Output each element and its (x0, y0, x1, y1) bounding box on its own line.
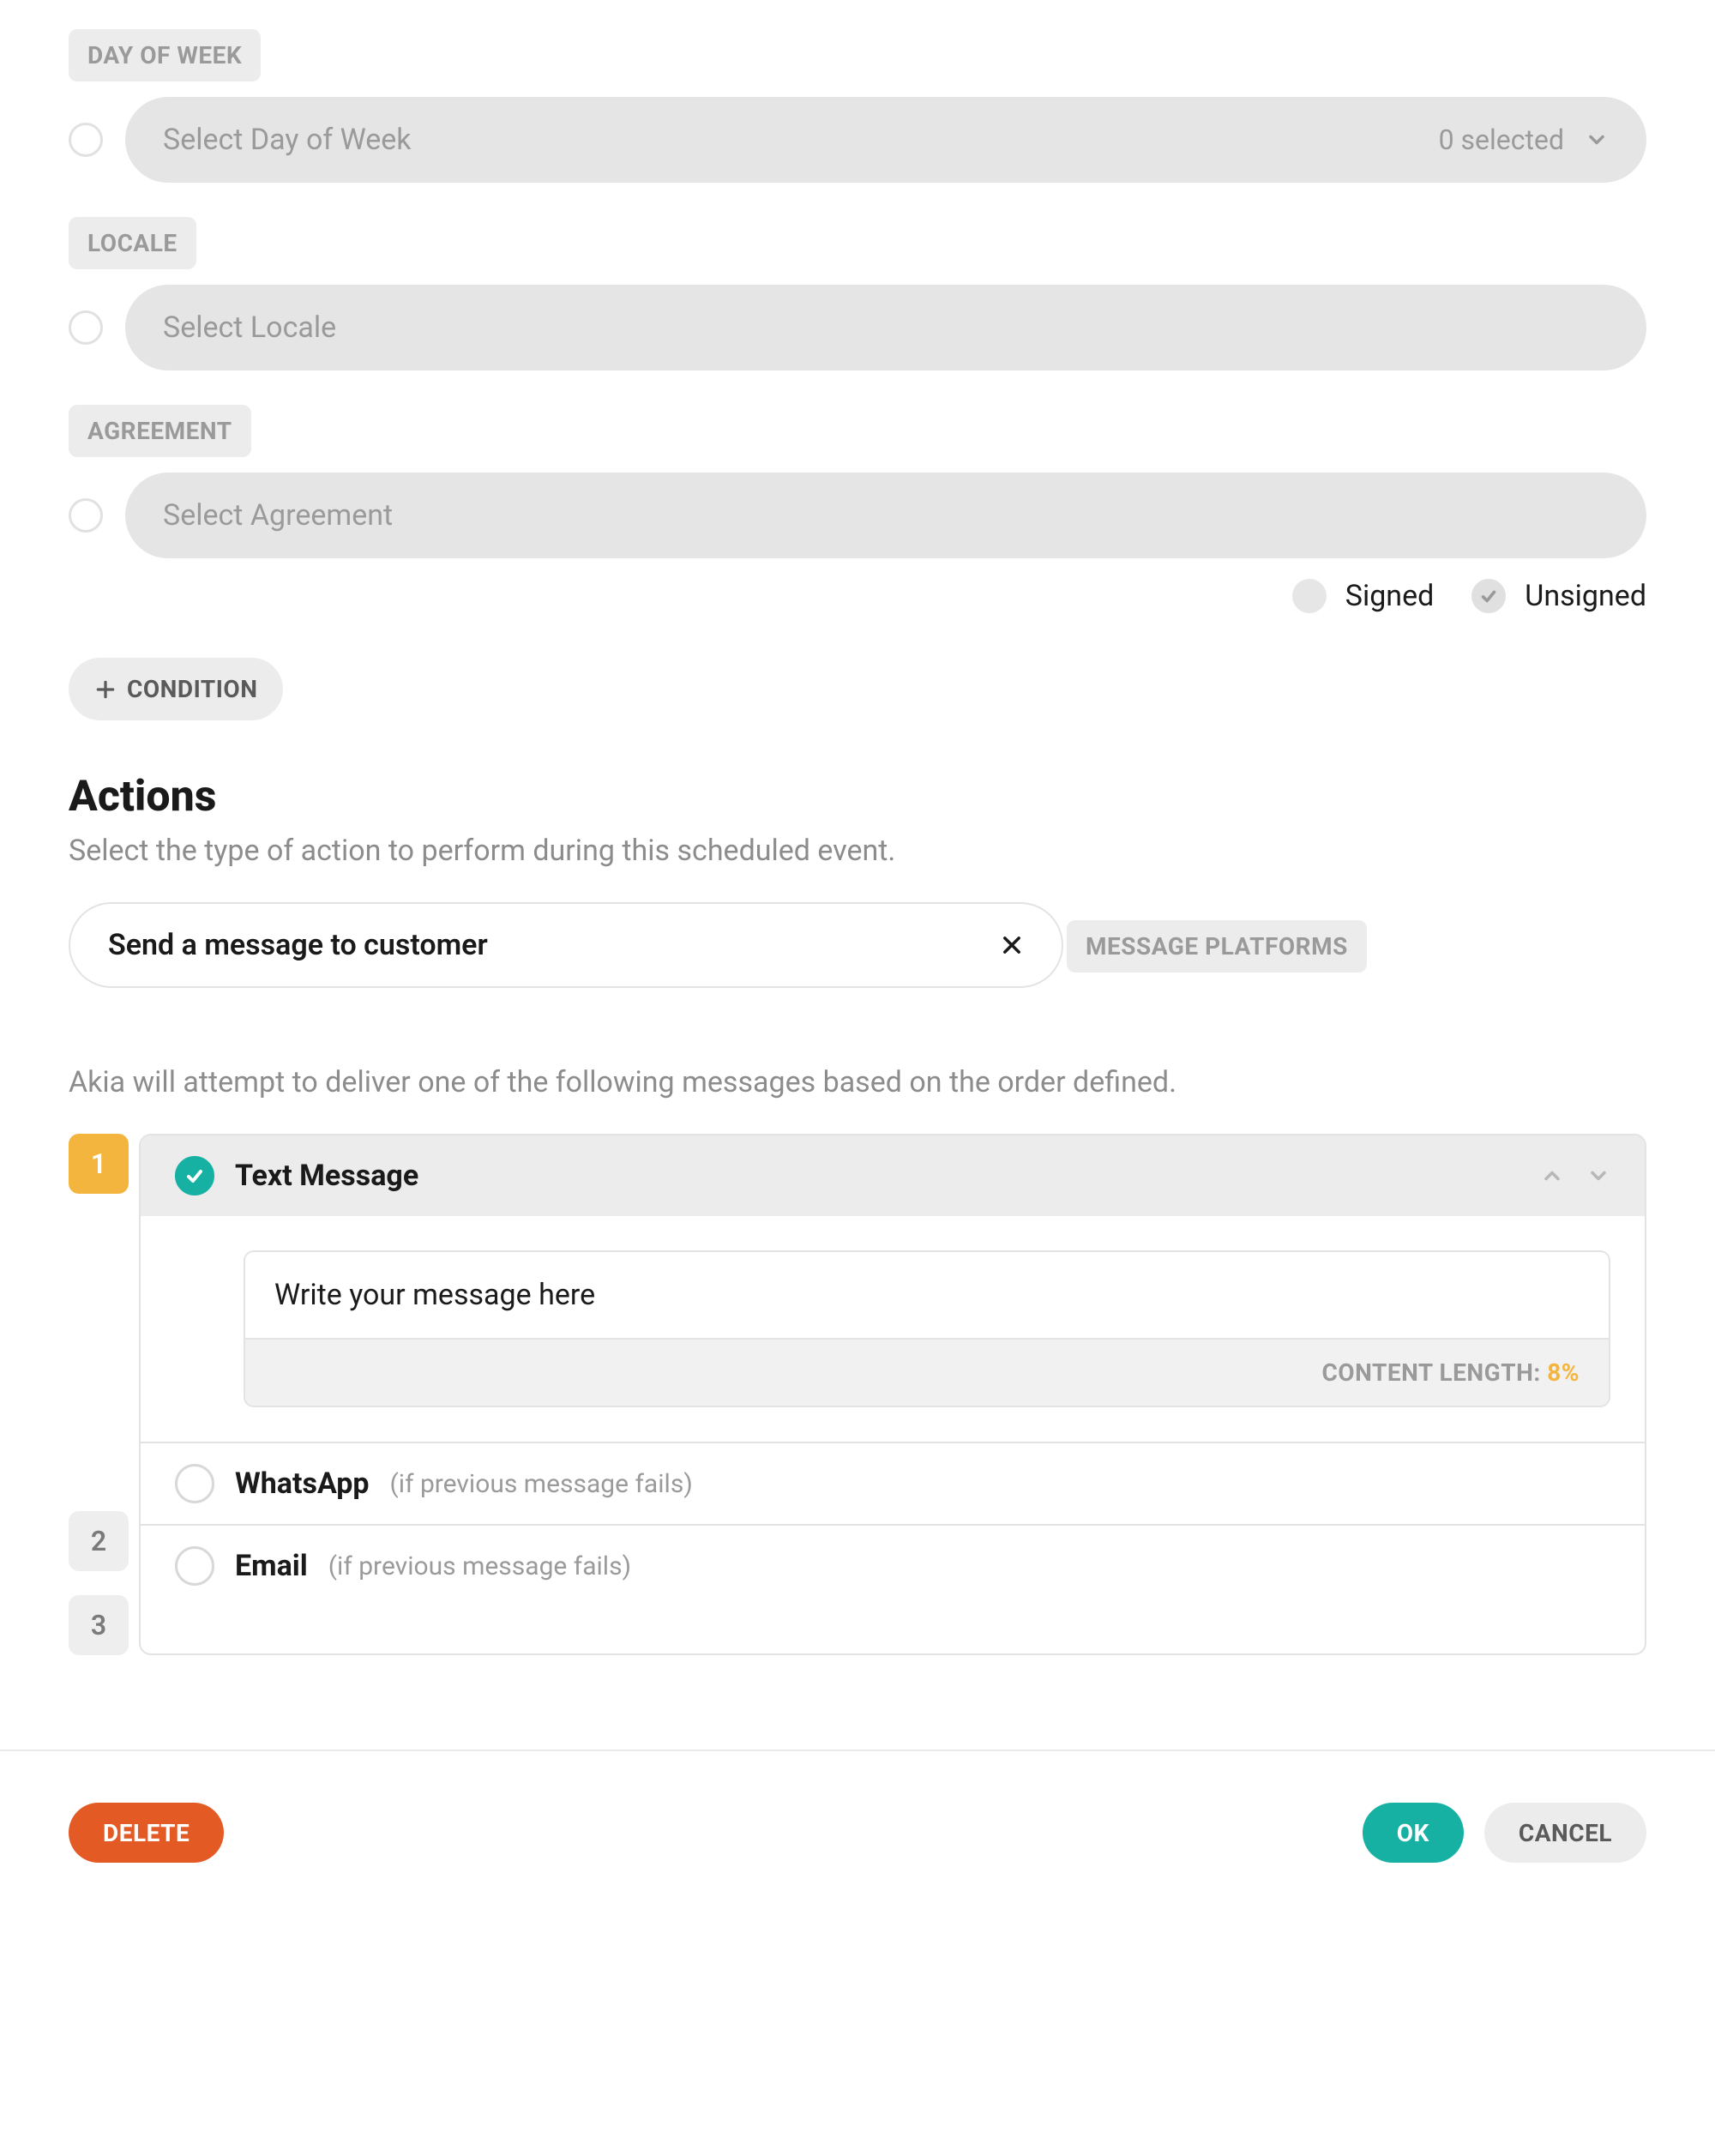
ok-button[interactable]: OK (1363, 1803, 1464, 1863)
content-length-footer: CONTENT LENGTH: 8% (245, 1338, 1609, 1406)
platform-name: Text Message (235, 1159, 418, 1193)
selected-action-chip[interactable]: Send a message to customer (69, 902, 1063, 988)
platform-toggle-off-icon[interactable] (175, 1464, 214, 1503)
day-of-week-enable-toggle[interactable] (69, 123, 103, 157)
chevron-down-icon (1585, 128, 1609, 152)
agreement-unsigned-option[interactable]: Unsigned (1471, 579, 1646, 613)
locale-enable-toggle[interactable] (69, 310, 103, 345)
platform-name: Email (235, 1549, 308, 1583)
agreement-select[interactable]: Select Agreement (125, 473, 1646, 558)
footer-divider (0, 1749, 1715, 1751)
plus-icon (94, 678, 117, 701)
platform-fallback-hint: (if previous message fails) (390, 1469, 693, 1499)
message-platforms-desc: Akia will attempt to deliver one of the … (69, 1065, 1646, 1099)
locale-placeholder: Select Locale (163, 310, 336, 345)
selected-action-label: Send a message to customer (108, 928, 488, 962)
agreement-placeholder: Select Agreement (163, 498, 393, 533)
day-of-week-placeholder: Select Day of Week (163, 123, 412, 157)
platform-header-whatsapp[interactable]: WhatsApp (if previous message fails) (141, 1443, 1645, 1524)
content-length-value: 8% (1547, 1358, 1580, 1387)
platform-row-whatsapp: WhatsApp (if previous message fails) (141, 1442, 1645, 1524)
locale-field: LOCALE Select Locale (69, 217, 1646, 370)
platform-fallback-hint: (if previous message fails) (328, 1551, 631, 1581)
content-length-label: CONTENT LENGTH: (1321, 1358, 1540, 1387)
checkbox-checked-icon (1471, 579, 1506, 613)
platform-toggle-off-icon[interactable] (175, 1546, 214, 1586)
agreement-unsigned-label: Unsigned (1525, 579, 1646, 613)
message-platforms-label: MESSAGE PLATFORMS (1067, 920, 1367, 973)
move-down-icon[interactable] (1586, 1164, 1610, 1188)
agreement-signed-label: Signed (1345, 579, 1435, 613)
move-up-icon[interactable] (1540, 1164, 1564, 1188)
locale-label: LOCALE (69, 217, 196, 269)
agreement-signed-option[interactable]: Signed (1292, 579, 1435, 613)
agreement-field: AGREEMENT Select Agreement Signed Unsign… (69, 405, 1646, 613)
message-input[interactable]: Write your message here (245, 1252, 1609, 1338)
actions-subtitle: Select the type of action to perform dur… (69, 834, 1646, 868)
day-of-week-select[interactable]: Select Day of Week 0 selected (125, 97, 1646, 183)
agreement-enable-toggle[interactable] (69, 498, 103, 533)
platform-row-text-message: Text Message Write your message here (141, 1135, 1645, 1442)
close-icon[interactable] (1000, 933, 1024, 957)
platform-toggle-on-icon[interactable] (175, 1156, 214, 1195)
platform-order-badge: 2 (69, 1511, 129, 1571)
day-of-week-label: DAY OF WEEK (69, 29, 261, 81)
cancel-button[interactable]: CANCEL (1484, 1803, 1646, 1863)
platform-name: WhatsApp (235, 1466, 370, 1501)
delete-button[interactable]: DELETE (69, 1803, 224, 1863)
platform-order-badge: 3 (69, 1595, 129, 1655)
add-condition-button[interactable]: CONDITION (69, 658, 283, 720)
day-of-week-field: DAY OF WEEK Select Day of Week 0 selecte… (69, 29, 1646, 183)
day-of-week-selected-count: 0 selected (1439, 123, 1564, 156)
locale-select[interactable]: Select Locale (125, 285, 1646, 370)
platform-row-email: Email (if previous message fails) (141, 1524, 1645, 1606)
agreement-label: AGREEMENT (69, 405, 251, 457)
platform-header-email[interactable]: Email (if previous message fails) (141, 1526, 1645, 1606)
add-condition-label: CONDITION (127, 675, 257, 703)
platform-header-text-message[interactable]: Text Message (141, 1135, 1645, 1216)
checkbox-unchecked-icon (1292, 579, 1327, 613)
platform-order-badge: 1 (69, 1134, 129, 1194)
actions-title: Actions (69, 772, 1646, 822)
